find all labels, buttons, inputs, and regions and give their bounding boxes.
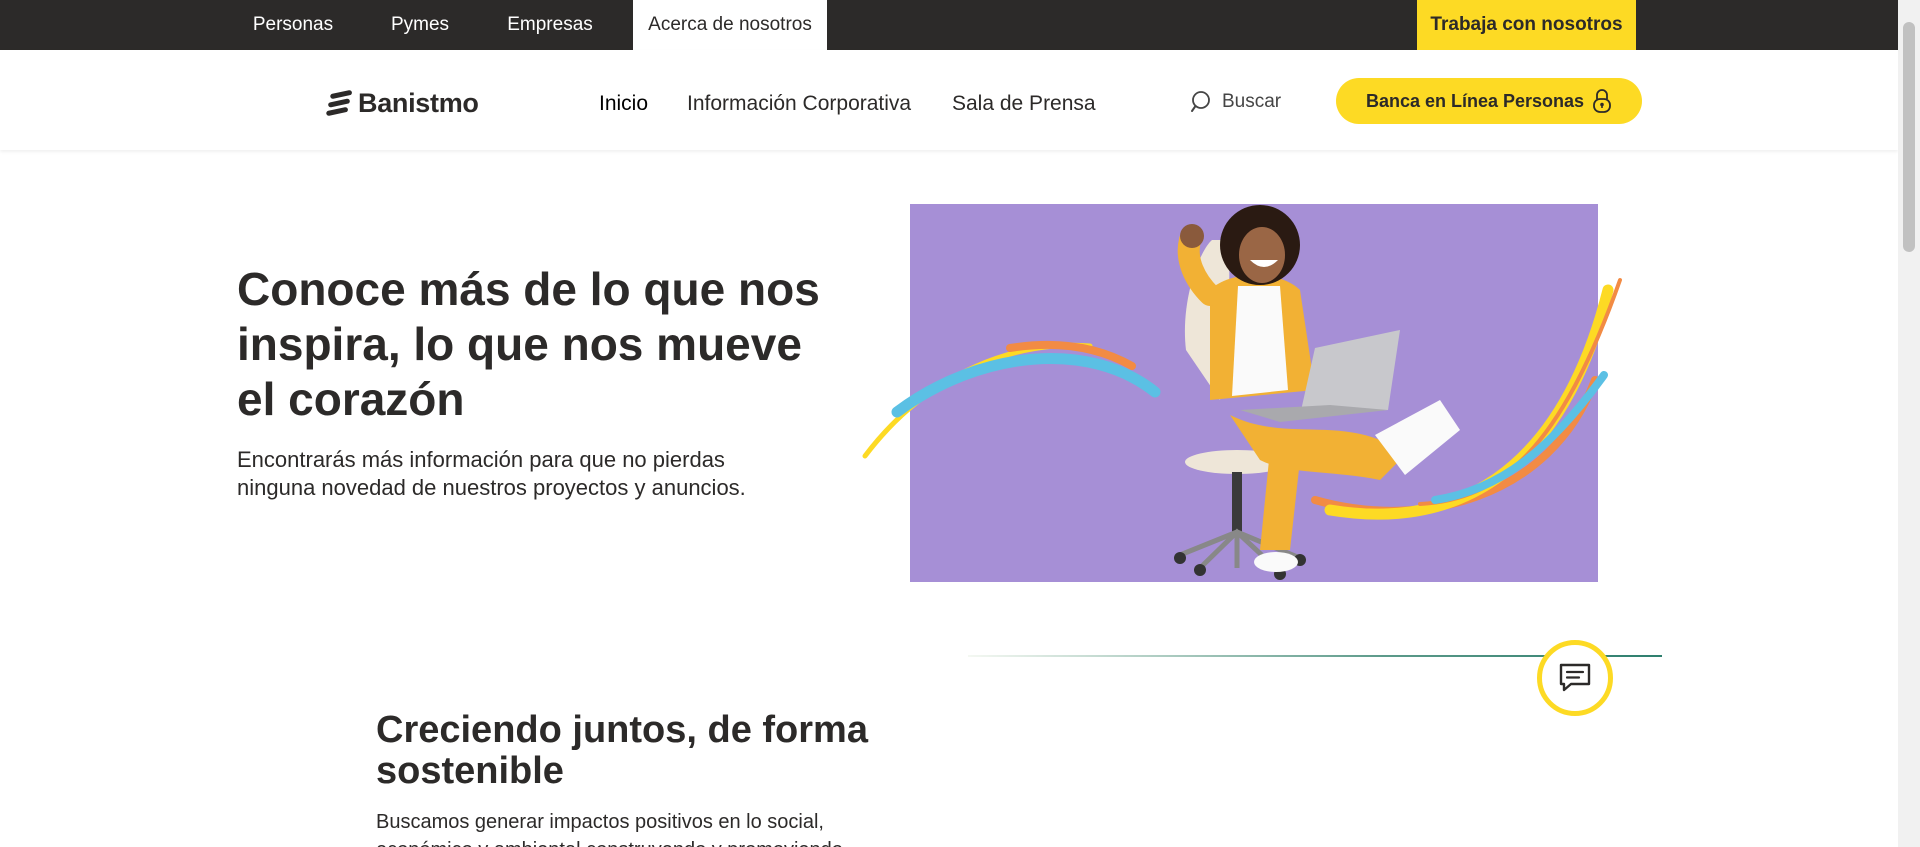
search-icon	[1191, 91, 1210, 112]
main-header: Banistmo Inicio Información Corporativa …	[0, 50, 1898, 150]
hero-title: Conoce más de lo que nos inspira, lo que…	[237, 263, 820, 425]
nav-inicio[interactable]: Inicio	[599, 92, 648, 116]
segment-pymes[interactable]: Pymes	[370, 0, 470, 50]
online-banking-button[interactable]: Banca en Línea Personas	[1336, 78, 1642, 124]
segment-personas[interactable]: Personas	[238, 0, 348, 50]
section-text: Buscamos generar impactos positivos en l…	[376, 811, 843, 847]
lock-icon	[1593, 89, 1611, 113]
online-banking-label: Banca en Línea Personas	[1365, 90, 1585, 111]
segment-empresas[interactable]: Empresas	[490, 0, 610, 50]
logo-text: Banistmo	[358, 87, 479, 118]
page-scrollbar[interactable]	[1898, 0, 1920, 847]
segment-acerca-de-nosotros[interactable]: Acerca de nosotros	[633, 0, 827, 50]
hero-subtitle: Encontrarás más información para que no …	[237, 447, 746, 500]
banistmo-logo[interactable]: Banistmo	[326, 88, 479, 118]
search-button[interactable]: Buscar	[1190, 90, 1281, 114]
search-label: Buscar	[1222, 91, 1282, 112]
top-segment-bar: Personas Pymes Empresas Acerca de nosotr…	[0, 0, 1898, 50]
scrollbar-thumb[interactable]	[1903, 22, 1915, 252]
chat-button[interactable]	[1537, 640, 1613, 716]
nav-informacion-corporativa[interactable]: Información Corporativa	[687, 92, 911, 116]
hero-image	[862, 204, 1622, 582]
banistmo-logo-icon	[326, 90, 352, 116]
chat-icon	[1559, 663, 1591, 692]
section-title: Creciendo juntos, de forma sostenible	[376, 709, 868, 792]
nav-sala-de-prensa[interactable]: Sala de Prensa	[952, 92, 1096, 116]
work-with-us-button[interactable]: Trabaja con nosotros	[1417, 0, 1636, 50]
